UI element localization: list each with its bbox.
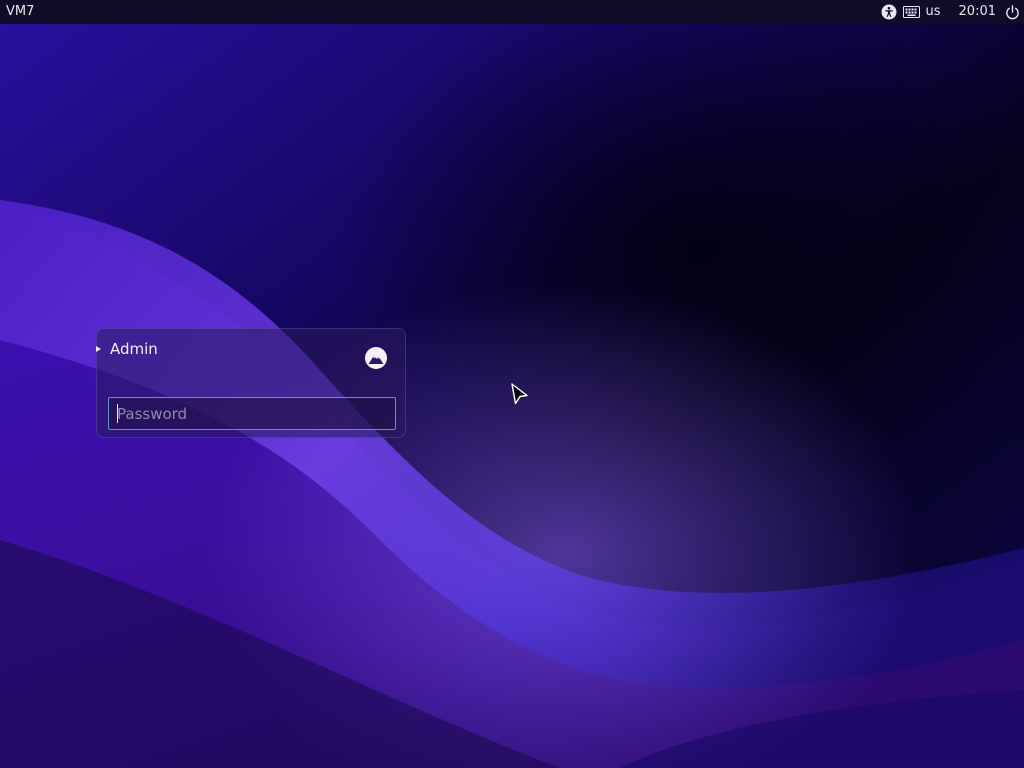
keyboard-layout-label: us	[925, 4, 941, 19]
panel-indicators: us 20:01	[875, 0, 1020, 24]
host-name: VM7	[6, 4, 35, 19]
keyboard-icon	[902, 6, 920, 18]
mouse-pointer-icon	[511, 383, 528, 405]
text-caret	[117, 404, 118, 423]
accessibility-icon	[881, 4, 897, 20]
power-menu[interactable]	[1005, 0, 1020, 24]
user-name: Admin	[110, 340, 158, 358]
top-panel: VM7 us 20:01	[0, 0, 1024, 24]
login-box: Admin	[96, 328, 406, 438]
expander-arrow-icon	[96, 346, 101, 352]
power-icon	[1006, 4, 1019, 19]
clock-label: 20:01	[958, 4, 996, 19]
session-icon[interactable]	[364, 346, 388, 370]
user-selector[interactable]: Admin	[96, 339, 158, 359]
password-input[interactable]	[108, 397, 396, 430]
accessibility-menu[interactable]	[881, 0, 897, 24]
keyboard-layout-menu[interactable]: us	[902, 0, 941, 24]
clock[interactable]: 20:01	[959, 0, 996, 24]
